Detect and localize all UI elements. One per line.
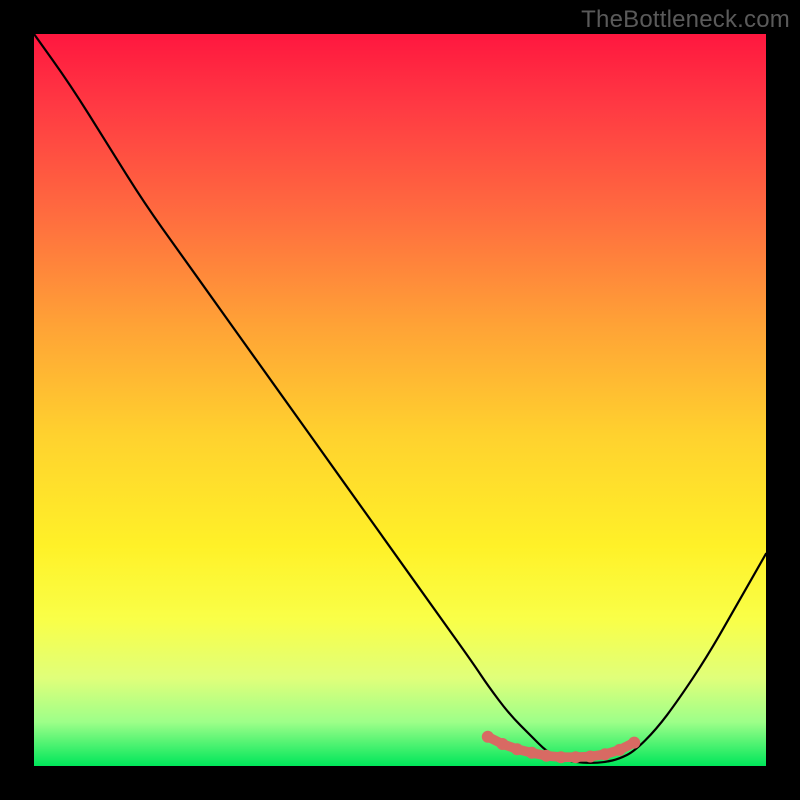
optimal-range-dot (599, 748, 611, 760)
bottleneck-curve (34, 34, 766, 763)
optimal-range-dot (628, 737, 640, 749)
optimal-range-dot (584, 751, 596, 763)
chart-frame: TheBottleneck.com (0, 0, 800, 800)
optimal-range-dot (482, 731, 494, 743)
optimal-range-dot (497, 738, 509, 750)
optimal-range-dot (614, 744, 626, 756)
watermark-text: TheBottleneck.com (581, 6, 790, 34)
curve-svg (34, 34, 766, 766)
optimal-range-dot (526, 747, 538, 759)
optimal-range-dot (511, 743, 523, 755)
optimal-range-dot (555, 751, 567, 763)
optimal-range-dot (540, 750, 552, 762)
optimal-range-dot (570, 751, 582, 763)
plot-area (34, 34, 766, 766)
